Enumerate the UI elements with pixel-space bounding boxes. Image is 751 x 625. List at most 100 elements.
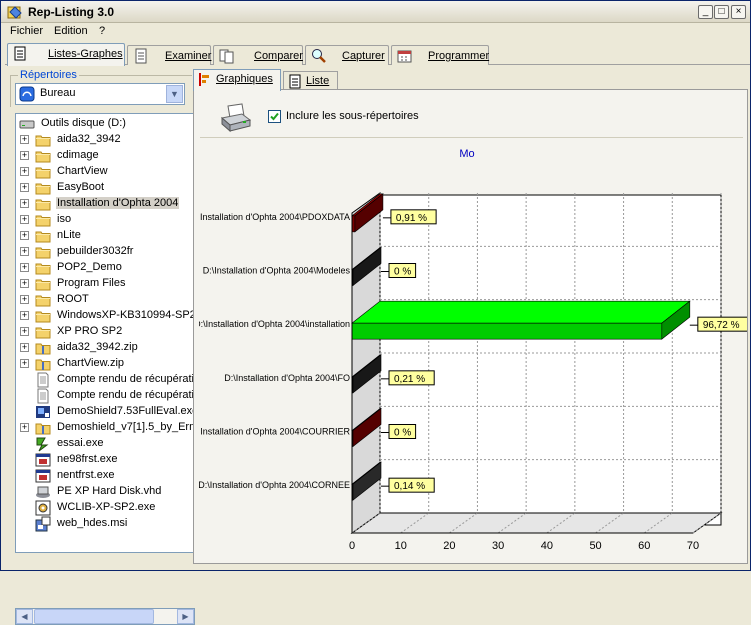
tree-item-label: EasyBoot — [57, 181, 105, 193]
tree-item[interactable]: + EasyBoot — [16, 180, 194, 196]
chart-floor — [350, 512, 723, 534]
menu-help[interactable]: ? — [99, 25, 105, 37]
tree-item[interactable]: DemoShield7.53FullEval.exe — [16, 404, 194, 420]
x-tick-label: 50 — [589, 540, 601, 552]
printer-icon[interactable] — [218, 102, 254, 134]
folder-icon — [35, 327, 51, 339]
tree-item[interactable]: WCLIB-XP-SP2.exe — [16, 500, 194, 516]
chevron-down-icon[interactable]: ▼ — [166, 85, 183, 103]
tab-examiner[interactable]: Examiner — [127, 45, 211, 65]
x-tick-label: 40 — [541, 540, 553, 552]
maximize-button[interactable]: □ — [714, 5, 729, 19]
tab-capturer[interactable]: Capturer — [305, 45, 389, 65]
scroll-left-button[interactable]: ◀ — [16, 609, 33, 624]
tree-item[interactable]: Outils disque (D:) — [16, 116, 194, 132]
tree-item-label: Installation d'Ophta 2004 — [56, 197, 180, 209]
list-icon — [14, 46, 26, 61]
tree-item[interactable]: + ROOT — [16, 292, 194, 308]
window-title: Rep-Listing 3.0 — [28, 5, 115, 19]
tree-expand-icon[interactable]: + — [20, 231, 29, 240]
folder-icon — [35, 295, 51, 307]
graph-toolbar: Inclure les sous-répertoires — [200, 96, 743, 138]
tree-item-label: nLite — [57, 229, 81, 241]
bar — [351, 322, 663, 340]
main-tab-strip: Listes-Graphes Examiner Comparer Capture… — [5, 43, 750, 66]
x-tick-label: 30 — [492, 540, 504, 552]
tree-item[interactable]: web_hdes.msi — [16, 516, 194, 532]
x-tick-label: 0 — [349, 540, 355, 552]
tree-item[interactable]: Compte rendu de récupération — [16, 388, 194, 404]
tree-expand-icon[interactable]: + — [20, 167, 29, 176]
tab-liste[interactable]: Liste — [283, 71, 338, 90]
tree-item-label: Outils disque (D:) — [41, 117, 126, 129]
tree-item[interactable]: PE XP Hard Disk.vhd — [16, 484, 194, 500]
tab-programmer[interactable]: Programmer — [391, 45, 489, 65]
chart-back-wall — [379, 194, 722, 526]
tree-expand-icon[interactable]: + — [20, 327, 29, 336]
data-label: 0,21 % — [394, 374, 425, 385]
tree-item[interactable]: + XP PRO SP2 — [16, 324, 194, 340]
tree-item[interactable]: Compte rendu de récupération — [16, 372, 194, 388]
tab-graphiques[interactable]: Graphiques — [193, 69, 281, 91]
tree-item-label: POP2_Demo — [57, 261, 122, 273]
zip-folder-icon — [35, 359, 51, 371]
tree-item[interactable]: + ChartView.zip — [16, 356, 194, 372]
tree-item[interactable]: + Installation d'Ophta 2004 — [16, 196, 194, 212]
folder-icon — [35, 231, 51, 243]
tree-item-label: WindowsXP-KB310994-SP2 — [57, 309, 195, 321]
data-label: 0 % — [394, 267, 411, 278]
title-bar[interactable]: Rep-Listing 3.0 _ □ × — [1, 1, 750, 23]
tab-listes-graphes[interactable]: Listes-Graphes — [7, 43, 125, 66]
tree-expand-icon[interactable]: + — [20, 183, 29, 192]
tree-item[interactable]: + pebuilder3032fr — [16, 244, 194, 260]
tree-item-label: Demoshield_v7[1].5_by_Ermi — [57, 421, 195, 433]
tree-item[interactable]: + cdimage — [16, 148, 194, 164]
menu-edition[interactable]: Edition — [54, 25, 88, 37]
menu-fichier[interactable]: Fichier — [10, 25, 43, 37]
tree-item[interactable]: ne98frst.exe — [16, 452, 194, 468]
installer-icon — [36, 406, 50, 418]
tree-item-label: aida32_3942 — [57, 133, 121, 145]
folder-tree[interactable]: Outils disque (D:) + aida32_3942 + cdimage + C… — [15, 113, 195, 553]
tree-item[interactable]: + Program Files — [16, 276, 194, 292]
scroll-right-button[interactable]: ▶ — [177, 609, 194, 624]
tree-expand-icon[interactable]: + — [20, 279, 29, 288]
desktop-icon — [19, 86, 35, 102]
tree-expand-icon[interactable]: + — [20, 135, 29, 144]
tree-expand-icon[interactable]: + — [20, 215, 29, 224]
exe-icon — [36, 437, 49, 452]
include-subfolders-checkbox[interactable] — [268, 110, 281, 123]
tree-item[interactable]: + ChartView — [16, 164, 194, 180]
right-panel: Graphiques Liste Inclure les sous-répert… — [193, 67, 748, 564]
tree-expand-icon[interactable]: + — [20, 423, 29, 432]
tree-expand-icon[interactable]: + — [20, 263, 29, 272]
tree-item[interactable]: + nLite — [16, 228, 194, 244]
tree-expand-icon[interactable]: + — [20, 247, 29, 256]
folder-select[interactable]: Bureau ▼ — [15, 83, 185, 105]
tab-comparer[interactable]: Comparer — [213, 45, 303, 65]
tree-expand-icon[interactable]: + — [20, 359, 29, 368]
folder-icon — [35, 247, 51, 259]
scroll-thumb[interactable] — [34, 609, 154, 624]
window-exe-icon — [35, 469, 51, 483]
tree-item[interactable]: + POP2_Demo — [16, 260, 194, 276]
tree-item[interactable]: + WindowsXP-KB310994-SP2 — [16, 308, 194, 324]
tree-expand-icon[interactable]: + — [20, 295, 29, 304]
tree-item[interactable]: + iso — [16, 212, 194, 228]
tree-item[interactable]: + aida32_3942 — [16, 132, 194, 148]
tree-item[interactable]: nentfrst.exe — [16, 468, 194, 484]
tree-expand-icon[interactable]: + — [20, 151, 29, 160]
app-window: Rep-Listing 3.0 _ □ × Fichier Edition ? … — [0, 0, 751, 625]
tree-expand-icon[interactable]: + — [20, 343, 29, 352]
close-button[interactable]: × — [731, 5, 746, 19]
tree-item[interactable]: + aida32_3942.zip — [16, 340, 194, 356]
folder-icon — [35, 263, 51, 275]
tree-horizontal-scrollbar[interactable]: ◀ ▶ — [15, 608, 195, 625]
tree-item[interactable]: essai.exe — [16, 436, 194, 452]
tree-expand-icon[interactable]: + — [20, 199, 29, 208]
folder-icon — [35, 183, 51, 195]
minimize-button[interactable]: _ — [698, 5, 713, 19]
tree-item[interactable]: + Demoshield_v7[1].5_by_Ermi — [16, 420, 194, 436]
tree-expand-icon[interactable]: + — [20, 311, 29, 320]
sub-tab-strip: Graphiques Liste — [193, 69, 748, 91]
